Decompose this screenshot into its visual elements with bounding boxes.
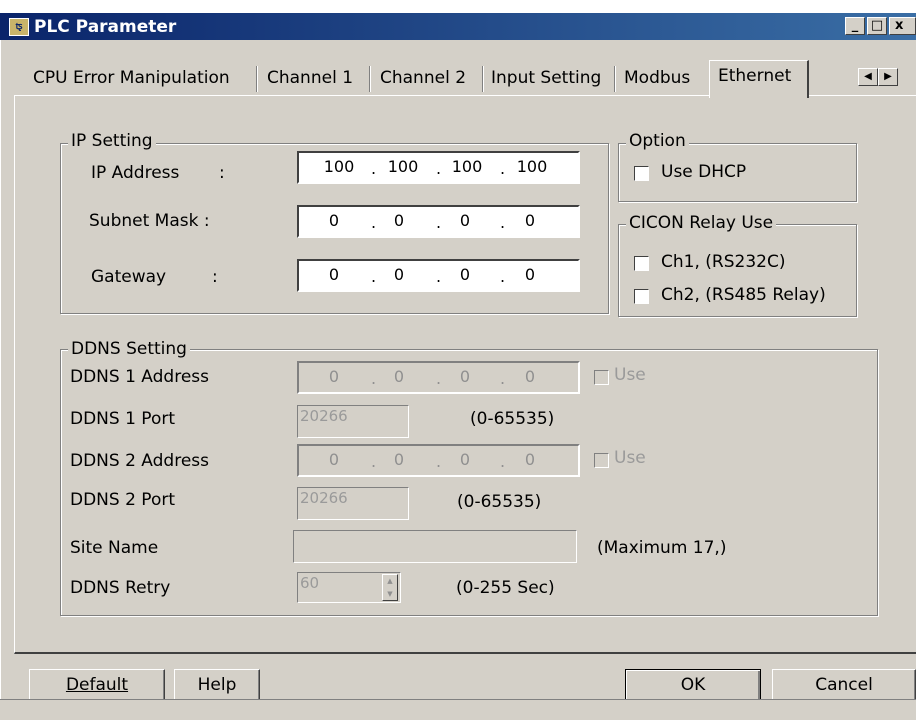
ok-button[interactable]: OK <box>625 669 761 702</box>
ip-octet[interactable]: 0 <box>311 210 357 232</box>
help-button[interactable]: Help <box>174 669 260 702</box>
ip-octet[interactable]: 0 <box>442 210 488 232</box>
ddns2-address-label: DDNS 2 Address <box>70 451 210 471</box>
window-title: PLC Parameter <box>34 17 177 37</box>
ip-octet[interactable]: 0 <box>376 210 422 232</box>
ddns-retry-spinner[interactable]: ▲ ▼ <box>382 574 398 601</box>
ip-octet[interactable]: 0 <box>376 264 422 286</box>
ddns1-use-checkbox[interactable] <box>594 370 609 385</box>
ip-octet[interactable]: 0 <box>507 264 553 286</box>
minimize-button[interactable]: _ <box>845 17 865 35</box>
app-icon: ꭧ <box>9 18 29 36</box>
tab-separator <box>482 66 484 92</box>
tab-cpu-error-manipulation[interactable]: CPU Error Manipulation <box>33 62 230 94</box>
tab-modbus[interactable]: Modbus <box>624 62 690 94</box>
ip-setting-title: IP Setting <box>68 131 156 151</box>
ddns-retry-label: DDNS Retry <box>70 578 171 598</box>
ip-address-colon: : <box>219 163 225 183</box>
ip-dot: . <box>436 267 442 286</box>
use-dhcp-checkbox[interactable] <box>634 166 649 181</box>
tab-separator <box>369 66 371 92</box>
ip-octet[interactable]: 0 <box>376 449 422 471</box>
ip-dot: . <box>500 267 506 286</box>
tab-channel-1[interactable]: Channel 1 <box>267 62 353 94</box>
ddns2-use-label: Use <box>614 448 646 468</box>
ddns1-use-label: Use <box>614 365 646 385</box>
ddns1-address-label: DDNS 1 Address <box>70 367 210 387</box>
ip-dot: . <box>500 452 506 471</box>
ip-address-label: IP Address <box>91 163 180 183</box>
gateway-input[interactable]: 0 . 0 . 0 . 0 <box>297 259 580 292</box>
tab-input-setting[interactable]: Input Setting <box>491 62 601 94</box>
ip-octet[interactable]: 100 <box>444 156 490 178</box>
ddns1-address-input[interactable]: 0 . 0 . 0 . 0 <box>297 361 580 394</box>
ddns2-port-label: DDNS 2 Port <box>70 490 176 510</box>
cancel-button[interactable]: Cancel <box>772 669 916 702</box>
tab-separator <box>256 66 258 92</box>
ip-octet[interactable]: 0 <box>376 366 422 388</box>
gateway-colon: : <box>212 267 218 287</box>
option-title: Option <box>626 131 689 151</box>
ip-octet[interactable]: 0 <box>507 366 553 388</box>
ip-address-input[interactable]: 100 . 100 . 100 . 100 <box>297 151 580 184</box>
ip-octet[interactable]: 100 <box>509 156 555 178</box>
tab-ethernet[interactable]: Ethernet <box>718 60 791 92</box>
default-button-label: Default <box>65 675 129 695</box>
ddns-setting-title: DDNS Setting <box>68 339 190 359</box>
ip-dot: . <box>500 159 506 178</box>
ip-dot: . <box>436 452 442 471</box>
site-name-hint: (Maximum 17,) <box>597 538 727 558</box>
spin-down-icon[interactable]: ▼ <box>383 588 397 600</box>
subnet-mask-input[interactable]: 0 . 0 . 0 . 0 <box>297 205 580 238</box>
cicon-relay-title: CICON Relay Use <box>626 213 777 233</box>
ip-octet[interactable]: 0 <box>442 449 488 471</box>
subnet-mask-label: Subnet Mask : <box>89 211 210 231</box>
ip-octet[interactable]: 0 <box>311 366 357 388</box>
ddns1-port-range: (0-65535) <box>470 409 555 429</box>
default-button[interactable]: Default <box>29 669 165 702</box>
ip-octet[interactable]: 0 <box>507 210 553 232</box>
ddns2-port-range: (0-65535) <box>457 492 542 512</box>
close-button[interactable]: x <box>889 17 916 35</box>
ch2-rs485-relay-checkbox[interactable] <box>634 289 649 304</box>
ip-dot: . <box>371 159 377 178</box>
tab-separator <box>614 66 616 92</box>
ddns2-address-input[interactable]: 0 . 0 . 0 . 0 <box>297 444 580 477</box>
gateway-label: Gateway <box>91 267 167 287</box>
ip-dot: . <box>436 213 442 232</box>
ddns1-port-label: DDNS 1 Port <box>70 409 176 429</box>
ip-octet[interactable]: 100 <box>380 156 426 178</box>
ip-dot: . <box>500 213 506 232</box>
tab-scroll-right-icon[interactable]: ▶ <box>878 68 898 86</box>
use-dhcp-label: Use DHCP <box>661 162 747 182</box>
ip-octet[interactable]: 0 <box>507 449 553 471</box>
tab-channel-2[interactable]: Channel 2 <box>380 62 466 94</box>
ddns-retry-range: (0-255 Sec) <box>456 578 555 598</box>
ch1-rs232c-checkbox[interactable] <box>634 256 649 271</box>
site-name-input[interactable] <box>293 530 577 563</box>
status-bar <box>0 699 916 720</box>
ip-octet[interactable]: 0 <box>442 366 488 388</box>
ddns2-use-checkbox[interactable] <box>594 453 609 468</box>
ip-dot: . <box>436 369 442 388</box>
ip-octet[interactable]: 0 <box>311 449 357 471</box>
ch2-rs485-relay-label: Ch2, (RS485 Relay) <box>661 285 826 305</box>
spin-up-icon[interactable]: ▲ <box>383 575 397 587</box>
ddns2-port-input[interactable]: 20266 <box>297 487 409 520</box>
maximize-button[interactable]: □ <box>867 17 887 35</box>
site-name-label: Site Name <box>70 538 159 558</box>
ip-octet[interactable]: 0 <box>442 264 488 286</box>
ip-octet[interactable]: 0 <box>311 264 357 286</box>
ip-dot: . <box>500 369 506 388</box>
tab-scroll-left-icon[interactable]: ◀ <box>858 68 878 86</box>
ip-octet[interactable]: 100 <box>316 156 362 178</box>
ip-dot: . <box>436 159 442 178</box>
ch1-rs232c-label: Ch1, (RS232C) <box>661 252 786 272</box>
ddns1-port-input[interactable]: 20266 <box>297 405 409 438</box>
